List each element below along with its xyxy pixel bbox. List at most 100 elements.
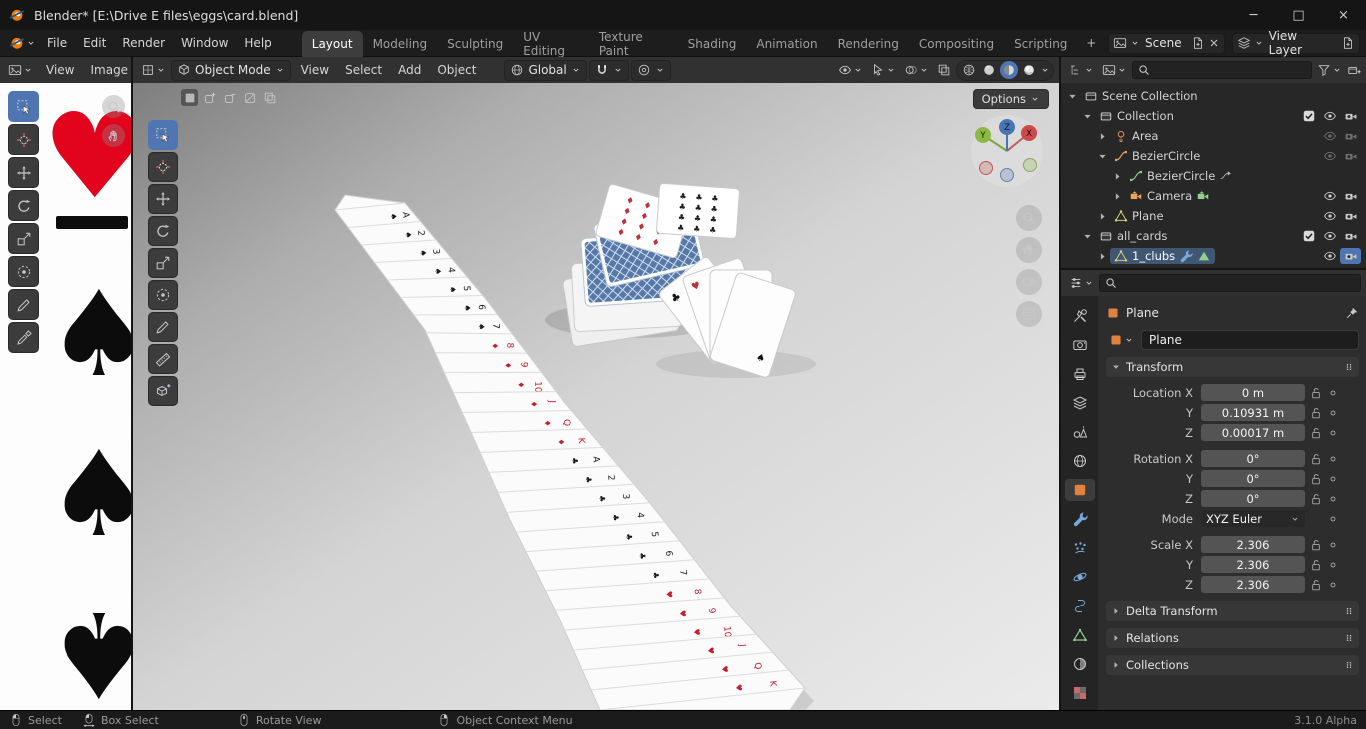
- render-cam-icon[interactable]: [1344, 149, 1358, 163]
- dot-icon[interactable]: [1327, 407, 1339, 419]
- lock-open-icon[interactable]: [1309, 386, 1323, 400]
- outliner-search-input[interactable]: [1132, 61, 1312, 79]
- checkbox-icon[interactable]: [1302, 229, 1316, 243]
- outliner-row[interactable]: Scene Collection: [1061, 86, 1366, 106]
- lock-open-icon[interactable]: [1309, 538, 1323, 552]
- options-button[interactable]: Options: [972, 89, 1049, 109]
- eye-icon[interactable]: [1323, 209, 1337, 223]
- workspace-tab-animation[interactable]: Animation: [746, 31, 827, 57]
- new-collection-icon[interactable]: [1347, 63, 1361, 77]
- perspective-toggle[interactable]: [1016, 301, 1042, 327]
- mode-dropdown[interactable]: Object Mode: [171, 59, 291, 81]
- value-field[interactable]: 0 m: [1201, 384, 1305, 401]
- transform-section-header[interactable]: Transform: [1106, 357, 1359, 377]
- lock-open-icon[interactable]: [1309, 558, 1323, 572]
- lock-open-icon[interactable]: [1309, 492, 1323, 506]
- shading-wireframe[interactable]: [960, 61, 978, 79]
- lock-open-icon[interactable]: [1309, 472, 1323, 486]
- value-field[interactable]: 0°: [1201, 450, 1305, 467]
- dot-icon[interactable]: [1327, 387, 1339, 399]
- object-name-field[interactable]: Plane: [1141, 330, 1359, 350]
- collapse-icon[interactable]: [1081, 110, 1094, 123]
- properties-tab-view-layer[interactable]: [1065, 392, 1095, 414]
- axis-x-negative-handle[interactable]: [979, 161, 993, 175]
- menu-render[interactable]: Render: [114, 33, 173, 53]
- shading-material[interactable]: [1000, 61, 1018, 79]
- properties-tab-data[interactable]: [1065, 624, 1095, 646]
- lock-open-icon[interactable]: [1309, 426, 1323, 440]
- menu-window[interactable]: Window: [173, 33, 236, 53]
- maximize-button[interactable]: □: [1276, 0, 1321, 30]
- workspace-tab-layout[interactable]: Layout: [301, 30, 363, 57]
- dot-icon[interactable]: [1327, 493, 1339, 505]
- eye-icon[interactable]: [1323, 149, 1337, 163]
- tool-select-box[interactable]: [148, 120, 178, 150]
- properties-tab-scene[interactable]: [1065, 421, 1095, 443]
- workspace-tab-sculpting[interactable]: Sculpting: [437, 31, 513, 57]
- new-scene-icon[interactable]: [1191, 36, 1205, 50]
- workspace-tab-modeling[interactable]: Modeling: [363, 31, 438, 57]
- tool-annotate[interactable]: [148, 312, 178, 342]
- properties-tab-constraints[interactable]: [1065, 595, 1095, 617]
- tool-add-cube[interactable]: [148, 376, 178, 406]
- minimize-button[interactable]: ─: [1231, 0, 1276, 30]
- workspace-tab-rendering[interactable]: Rendering: [828, 31, 909, 57]
- tool-rotate[interactable]: [148, 216, 178, 246]
- value-field[interactable]: 2.306: [1201, 536, 1305, 553]
- outliner-row[interactable]: Camera: [1061, 186, 1366, 206]
- scene-selector[interactable]: Scene: [1108, 32, 1225, 54]
- value-field[interactable]: 0°: [1201, 490, 1305, 507]
- expand-icon[interactable]: [1096, 250, 1109, 263]
- pan-gizmo[interactable]: [102, 124, 125, 147]
- value-field[interactable]: 0.10931 m: [1201, 404, 1305, 421]
- select-mode-subtract[interactable]: [221, 89, 238, 106]
- tool-measure[interactable]: [148, 344, 178, 374]
- zoom-gizmo[interactable]: [1016, 205, 1042, 231]
- tool-annotate[interactable]: [8, 289, 39, 320]
- outliner-row[interactable]: BezierCircle: [1061, 166, 1366, 186]
- properties-tab-particles[interactable]: [1065, 537, 1095, 559]
- eye-icon[interactable]: [1323, 229, 1337, 243]
- tool-sample[interactable]: [8, 322, 39, 353]
- render-cam-icon[interactable]: [1344, 129, 1358, 143]
- expand-icon[interactable]: [1096, 210, 1109, 223]
- select-mode-new[interactable]: [181, 89, 198, 106]
- view-layer-selector[interactable]: View Layer: [1231, 29, 1360, 57]
- eye-icon[interactable]: [1323, 249, 1337, 263]
- menu-view[interactable]: View: [38, 60, 82, 80]
- object-id-dropdown[interactable]: [1106, 331, 1137, 349]
- properties-tab-physics[interactable]: [1065, 566, 1095, 588]
- value-field[interactable]: 2.306: [1201, 556, 1305, 573]
- workspace-tab-compositing[interactable]: Compositing: [909, 31, 1004, 57]
- outliner-row[interactable]: all_cards: [1061, 226, 1366, 246]
- section-collections[interactable]: Collections: [1106, 655, 1359, 675]
- snap-toggle[interactable]: [588, 59, 629, 81]
- menu-select[interactable]: Select: [337, 60, 390, 80]
- shading-rendered[interactable]: [1020, 61, 1038, 79]
- viewport-canvas[interactable]: A ♠ 2 ♠ 3 ♠ 4 ♠ 5 ♠ 6 ♠ 7 ♠ 8 ♦ 9 ♦ 10 ♦ J ♦ Q ♦ K ♦ A ♣ 2 ♣ 3 ♣ 4 ♣ 5 ♣ 6 ♣ 7…: [133, 83, 1059, 710]
- select-mode-extend[interactable]: [201, 89, 218, 106]
- dot-icon[interactable]: [1327, 579, 1339, 591]
- shading-solid[interactable]: [980, 61, 998, 79]
- axis-z-negative-handle[interactable]: [1000, 168, 1014, 182]
- workspace-tab-uv-editing[interactable]: UV Editing: [513, 30, 589, 58]
- menu-file[interactable]: File: [39, 33, 75, 53]
- dot-icon[interactable]: [1327, 453, 1339, 465]
- display-mode-dropdown[interactable]: [1099, 61, 1130, 79]
- lock-open-icon[interactable]: [1309, 406, 1323, 420]
- zoom-gizmo[interactable]: [102, 95, 125, 118]
- overlays-dropdown[interactable]: [901, 61, 932, 79]
- dot-icon[interactable]: [1327, 473, 1339, 485]
- properties-tab-tool[interactable]: [1065, 305, 1095, 327]
- tool-move[interactable]: [8, 157, 39, 188]
- properties-tab-texture[interactable]: [1065, 682, 1095, 704]
- value-field[interactable]: 0.00017 m: [1201, 424, 1305, 441]
- tool-scale[interactable]: [148, 248, 178, 278]
- menu-help[interactable]: Help: [236, 33, 279, 53]
- tool-cursor[interactable]: [8, 124, 39, 155]
- orientation-dropdown[interactable]: Global: [504, 59, 587, 81]
- render-cam-icon[interactable]: [1344, 109, 1358, 123]
- filter-dropdown[interactable]: [1314, 61, 1345, 79]
- expand-icon[interactable]: [1111, 170, 1124, 183]
- properties-tab-render[interactable]: [1065, 334, 1095, 356]
